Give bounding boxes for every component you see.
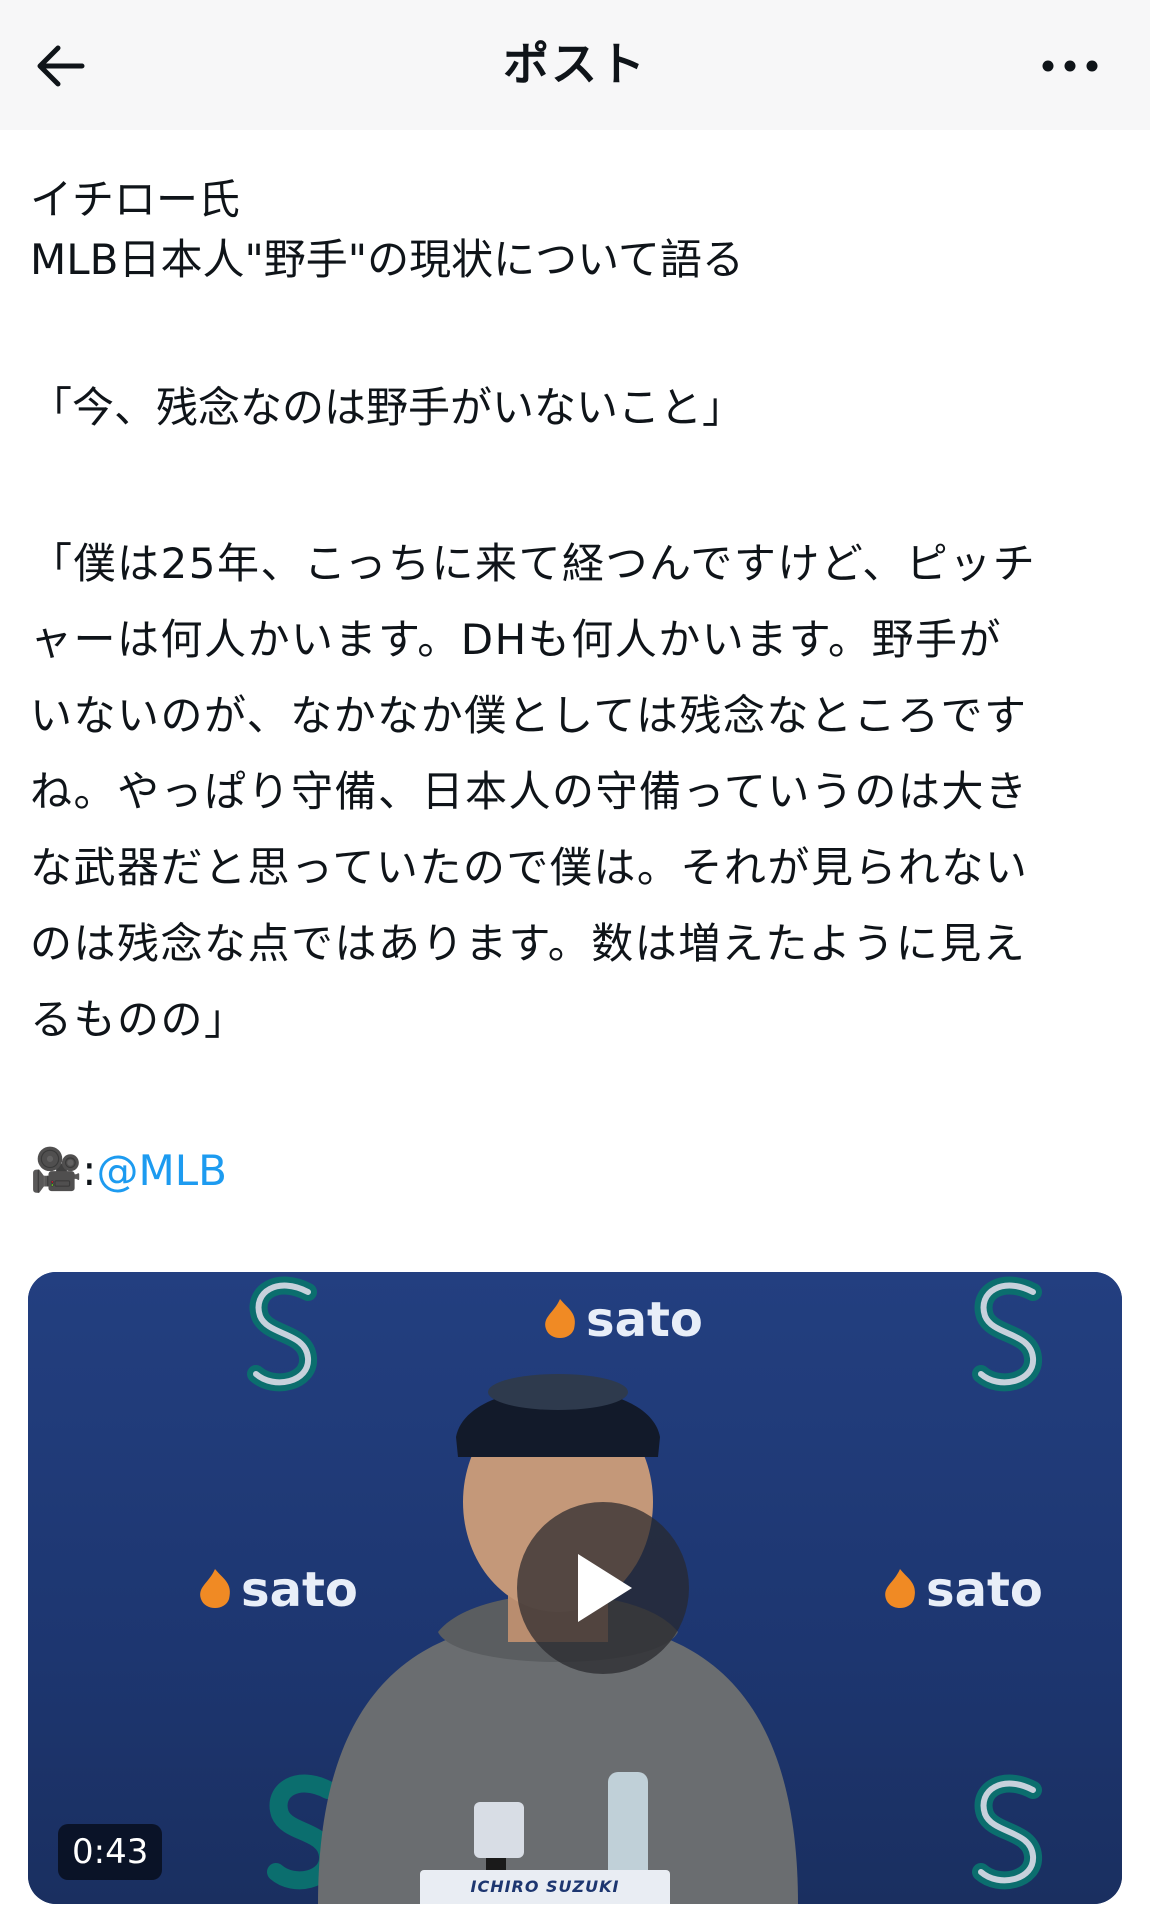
- post-quote-paragraph: 「僕は25年、こっちに来て経つんですけど、ピッチ ャーは何人かいます。DHも何人…: [30, 526, 1120, 1058]
- post-text: イチロー氏 MLB日本人"野手"の現状について語る 「今、残念なのは野手がいない…: [30, 170, 1120, 1058]
- quote-line: のは残念な点ではあります。数は増えたように見え: [30, 919, 1027, 968]
- more-horizontal-icon: [1042, 60, 1098, 72]
- speaker-nameplate: ICHIRO SUZUKI: [420, 1870, 670, 1904]
- mention-link[interactable]: @MLB: [96, 1146, 226, 1195]
- play-button[interactable]: [517, 1502, 689, 1674]
- sponsor-logo: sato: [878, 1562, 1043, 1618]
- page-title: ポスト: [503, 37, 647, 91]
- mariners-logo: [972, 1774, 1042, 1890]
- quote-line: るものの」: [30, 995, 248, 1044]
- mariners-logo: [972, 1276, 1042, 1392]
- quote-line: ャーは何人かいます。DHも何人かいます。野手が: [30, 615, 1003, 664]
- post-line-subtitle: MLB日本人"野手"の現状について語る: [30, 235, 744, 284]
- video-player[interactable]: sato sato sato ICHIRO SUZUKI 0:43: [28, 1272, 1122, 1904]
- movie-camera-icon: 🎥: [30, 1145, 83, 1194]
- top-bar: ポスト: [0, 0, 1150, 130]
- sponsor-flame-icon: [885, 1569, 915, 1608]
- quote-line: いないのが、なかなか僕としては残念なところです: [30, 691, 1028, 740]
- post-line-title: イチロー氏: [30, 175, 241, 224]
- post-quote-headline: 「今、残念なのは野手がいないこと」: [30, 383, 745, 432]
- credit-separator: :: [82, 1145, 97, 1195]
- more-options-button[interactable]: [1034, 30, 1106, 102]
- sponsor-flame-icon: [200, 1569, 230, 1608]
- quote-line: な武器だと思っていたので僕は。それが見られない: [30, 843, 1029, 892]
- play-icon: [578, 1554, 632, 1622]
- video-duration: 0:43: [58, 1824, 163, 1880]
- quote-line: 「僕は25年、こっちに来て経つんですけど、ピッチ: [30, 539, 1037, 588]
- quote-line: ね。やっぱり守備、日本人の守備っていうのは大き: [30, 767, 1029, 816]
- sponsor-text: sato: [926, 1562, 1043, 1618]
- video-credit: 🎥 : @MLB: [30, 1140, 227, 1200]
